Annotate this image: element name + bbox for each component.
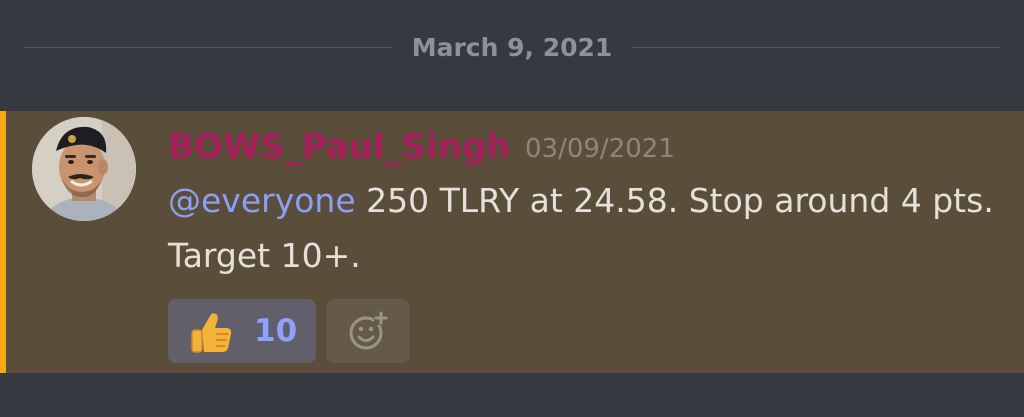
date-divider: March 9, 2021 — [24, 28, 1000, 68]
message-item: BOWS_Paul_Singh 03/09/2021 @everyone 250… — [0, 111, 1024, 373]
reaction-thumbs-up[interactable]: 10 — [168, 299, 316, 363]
message-content: @everyone 250 TLRY at 24.58. Stop around… — [168, 173, 998, 283]
add-reaction-button[interactable] — [326, 299, 410, 363]
divider-date: March 9, 2021 — [411, 33, 613, 62]
discord-chat-view: March 9, 2021 BOWS_Paul_Singh 03/09/2021… — [0, 0, 1024, 417]
avatar-image — [32, 117, 136, 221]
mention-everyone[interactable]: @everyone — [168, 181, 356, 220]
reaction-count: 10 — [254, 313, 298, 349]
message-author[interactable]: BOWS_Paul_Singh — [168, 127, 511, 167]
divider-line-left — [24, 47, 392, 48]
add-reaction-icon — [349, 311, 388, 350]
avatar[interactable] — [32, 117, 136, 221]
divider-line-right — [632, 47, 1000, 48]
thumbs-up-icon — [191, 313, 232, 353]
mention-highlight-bar — [0, 111, 6, 373]
message-timestamp: 03/09/2021 — [525, 134, 675, 164]
